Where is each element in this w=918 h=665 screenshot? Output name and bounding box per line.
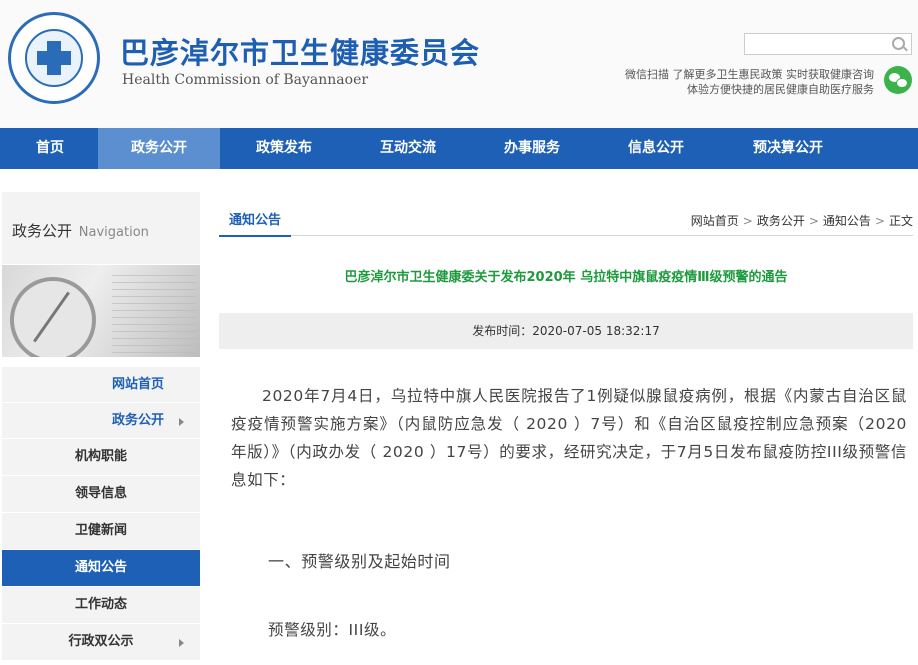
chevron-right-icon xyxy=(179,639,184,647)
wechat-promo-line2: 体验方便快捷的居民健康自助医疗服务 xyxy=(687,83,874,96)
site-subtitle: Health Commission of Bayannaoer xyxy=(122,72,369,88)
sidebar-heading: 政务公开 Navigation xyxy=(2,192,200,264)
banner-texture xyxy=(112,273,196,353)
article-section-heading: 一、预警级别及起始时间 xyxy=(268,552,451,571)
nav-home[interactable]: 首页 xyxy=(0,128,100,169)
sidebar-item-government-affairs[interactable]: 政务公开 xyxy=(2,403,200,439)
search-input[interactable] xyxy=(744,33,912,55)
site-header: 巴彦淖尔市卫生健康委员会 Health Commission of Bayann… xyxy=(0,0,918,128)
breadcrumb: 网站首页 > 政务公开 > 通知公告 > 正文 xyxy=(691,209,913,233)
nav-interaction[interactable]: 互动交流 xyxy=(346,128,470,169)
compass-image xyxy=(10,277,96,357)
wechat-promo-text: 微信扫描 了解更多卫生惠民政策 实时获取健康咨询 体验方便快捷的居民健康自助医疗… xyxy=(625,67,874,97)
sidebar-item-label: 通知公告 xyxy=(74,560,127,575)
publish-time: 发布时间：2020-07-05 18:32:17 xyxy=(219,313,913,349)
article-title: 巴彦淖尔市卫生健康委关于发布2020年 乌拉特中旗鼠疫疫情Ⅲ级预警的通告 xyxy=(344,270,788,285)
site-title[interactable]: 巴彦淖尔市卫生健康委员会 xyxy=(120,30,480,72)
breadcrumb-notices[interactable]: 通知公告 xyxy=(823,214,871,228)
sidebar-banner-image xyxy=(2,265,200,357)
breadcrumb-separator: > xyxy=(742,214,753,228)
sidebar-item-label: 行政双公示 xyxy=(68,634,134,649)
breadcrumb-government-affairs[interactable]: 政务公开 xyxy=(757,214,805,228)
sidebar-item-label: 政务公开 xyxy=(111,413,164,428)
wechat-icon[interactable] xyxy=(884,66,912,94)
sidebar-item-leaders[interactable]: 领导信息 xyxy=(2,476,200,513)
section-label: 通知公告 xyxy=(219,209,292,237)
sidebar-item-functions[interactable]: 机构职能 xyxy=(2,439,200,476)
wechat-promo-line1: 微信扫描 了解更多卫生惠民政策 实时获取健康咨询 xyxy=(625,68,874,81)
breadcrumb-home[interactable]: 网站首页 xyxy=(691,214,739,228)
sidebar-item-label: 领导信息 xyxy=(74,486,127,501)
warning-level-text: 预警级别：III级。 xyxy=(268,621,397,639)
sidebar-heading-text: 政务公开 xyxy=(12,222,73,240)
sidebar-item-label: 机构职能 xyxy=(74,449,127,464)
commission-logo-icon[interactable] xyxy=(8,12,100,104)
sidebar-item-label: 网站首页 xyxy=(111,377,164,392)
nav-info-disclosure[interactable]: 信息公开 xyxy=(594,128,718,169)
nav-policy-release[interactable]: 政策发布 xyxy=(222,128,346,169)
sidebar-heading-en: Navigation xyxy=(78,225,149,240)
chevron-right-icon xyxy=(179,418,184,426)
article-paragraph: 2020年7月4日，乌拉特中旗人民医院报告了1例疑似腺鼠疫病例，根据《内蒙古自治… xyxy=(231,387,907,489)
sidebar-item-news[interactable]: 卫健新闻 xyxy=(2,513,200,550)
sidebar-menu: 网站首页 政务公开 机构职能 领导信息 卫健新闻 通知公告 工作动态 行政双公示 xyxy=(2,367,200,661)
main-nav: 首页 政务公开 政策发布 互动交流 办事服务 信息公开 预决算公开 xyxy=(0,128,918,169)
breadcrumb-current: 正文 xyxy=(888,214,913,228)
breadcrumb-separator: > xyxy=(808,214,819,228)
article-body: 2020年7月4日，乌拉特中旗人民医院报告了1例疑似腺鼠疫病例，根据《内蒙古自治… xyxy=(231,382,907,494)
search-icon[interactable] xyxy=(892,37,905,50)
breadcrumb-separator: > xyxy=(874,214,885,228)
content-header: 通知公告 网站首页 > 政务公开 > 通知公告 > 正文 xyxy=(219,209,913,237)
nav-services[interactable]: 办事服务 xyxy=(470,128,594,169)
sidebar-item-work-updates[interactable]: 工作动态 xyxy=(2,587,200,624)
logo-cross-h xyxy=(37,51,71,65)
nav-budget-disclosure[interactable]: 预决算公开 xyxy=(718,128,858,169)
nav-government-affairs[interactable]: 政务公开 xyxy=(98,128,220,169)
sidebar-item-label: 工作动态 xyxy=(74,597,127,612)
sidebar-item-label: 卫健新闻 xyxy=(74,523,127,538)
sidebar-item-site-home[interactable]: 网站首页 xyxy=(2,367,200,403)
sidebar-item-admin-disclosure[interactable]: 行政双公示 xyxy=(2,624,200,661)
sidebar-item-notices[interactable]: 通知公告 xyxy=(2,550,200,587)
